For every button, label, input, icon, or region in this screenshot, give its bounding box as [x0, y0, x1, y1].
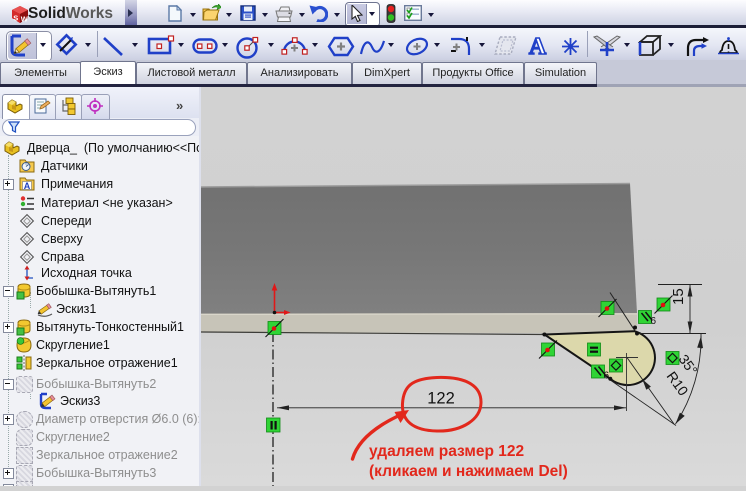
svg-text:6: 6 [651, 316, 657, 327]
svg-text:A: A [24, 181, 31, 191]
svg-text:122: 122 [427, 390, 455, 408]
svg-text:6: 6 [604, 371, 610, 382]
svg-text:15: 15 [670, 288, 687, 305]
svg-text:S: S [13, 14, 18, 23]
svg-text:A: A [529, 35, 547, 56]
svg-text:(кликаем и нажимаем Del): (кликаем и нажимаем Del) [369, 463, 568, 480]
svg-text:удаляем размер 122: удаляем размер 122 [369, 443, 524, 460]
